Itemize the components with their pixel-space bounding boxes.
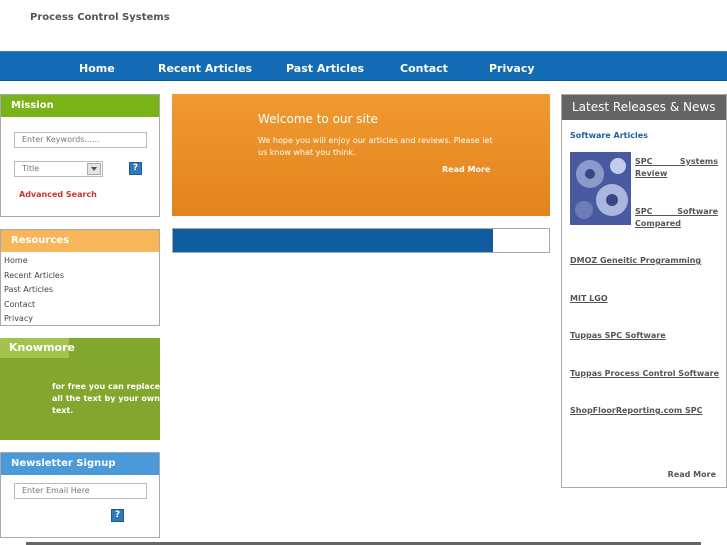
newsletter-heading: Newsletter Signup [1,453,159,475]
news-read-more-link[interactable]: Read More [668,470,716,479]
news-feature-link-2[interactable]: SPC Software Compared [635,206,718,230]
news-link-2[interactable]: MIT LGO [570,294,608,303]
progress-bar [172,228,550,253]
resources-panel: Resources Home Recent Articles Past Arti… [0,229,160,326]
resources-item-privacy[interactable]: Privacy [1,312,159,327]
keyword-search-input[interactable]: Enter Keywords...... [14,132,147,148]
search-field-select[interactable]: Title [14,161,103,177]
news-subheading: Software Articles [570,131,648,140]
news-panel: Latest Releases & News Software Articles… [561,94,727,488]
welcome-body: We hope you will enjoy our articles and … [258,136,493,157]
chevron-down-icon [87,163,101,175]
welcome-banner: Welcome to our site We hope you will enj… [172,94,550,216]
knowmore-heading: Knowmore [0,338,75,358]
resources-item-home[interactable]: Home [1,254,159,269]
nav-recent-articles[interactable]: Recent Articles [158,62,252,75]
progress-fill [173,229,493,252]
knowmore-panel: Knowmore for free you can replace all th… [0,338,160,440]
email-input[interactable]: Enter Email Here [14,483,147,499]
nav-home[interactable]: Home [79,62,115,75]
help-icon[interactable]: ? [129,162,142,175]
site-title: Process Control Systems [30,12,170,23]
knowmore-text: for free you can replace all the text by… [52,382,160,415]
select-value: Title [22,164,40,173]
main-navigation: Home Recent Articles Past Articles Conta… [0,51,727,81]
news-link-3[interactable]: Tuppas SPC Software [570,331,666,340]
news-link-5[interactable]: ShopFloorReporting.com SPC [570,406,702,415]
mission-heading: Mission [1,95,159,117]
resources-item-recent-articles[interactable]: Recent Articles [1,269,159,284]
news-feature-link-1[interactable]: SPC Systems Review [635,156,718,180]
newsletter-help-icon[interactable]: ? [111,509,124,522]
nav-contact[interactable]: Contact [400,62,448,75]
nav-past-articles[interactable]: Past Articles [286,62,364,75]
newsletter-panel: Newsletter Signup Enter Email Here ? [0,452,160,538]
advanced-search-link[interactable]: Advanced Search [19,190,97,199]
gears-image [570,152,631,225]
news-link-1[interactable]: DMOZ Geneitic Programming [570,256,701,265]
nav-privacy[interactable]: Privacy [489,62,535,75]
resources-heading: Resources [1,230,159,252]
welcome-read-more-link[interactable]: Read More [442,165,490,174]
mission-panel: Mission Enter Keywords...... Title ? Adv… [0,94,160,217]
news-heading: Latest Releases & News [562,95,726,120]
welcome-title: Welcome to our site [258,112,378,126]
resources-item-past-articles[interactable]: Past Articles [1,283,159,298]
news-link-4[interactable]: Tuppas Process Control Software [570,369,719,378]
resources-item-contact[interactable]: Contact [1,298,159,313]
